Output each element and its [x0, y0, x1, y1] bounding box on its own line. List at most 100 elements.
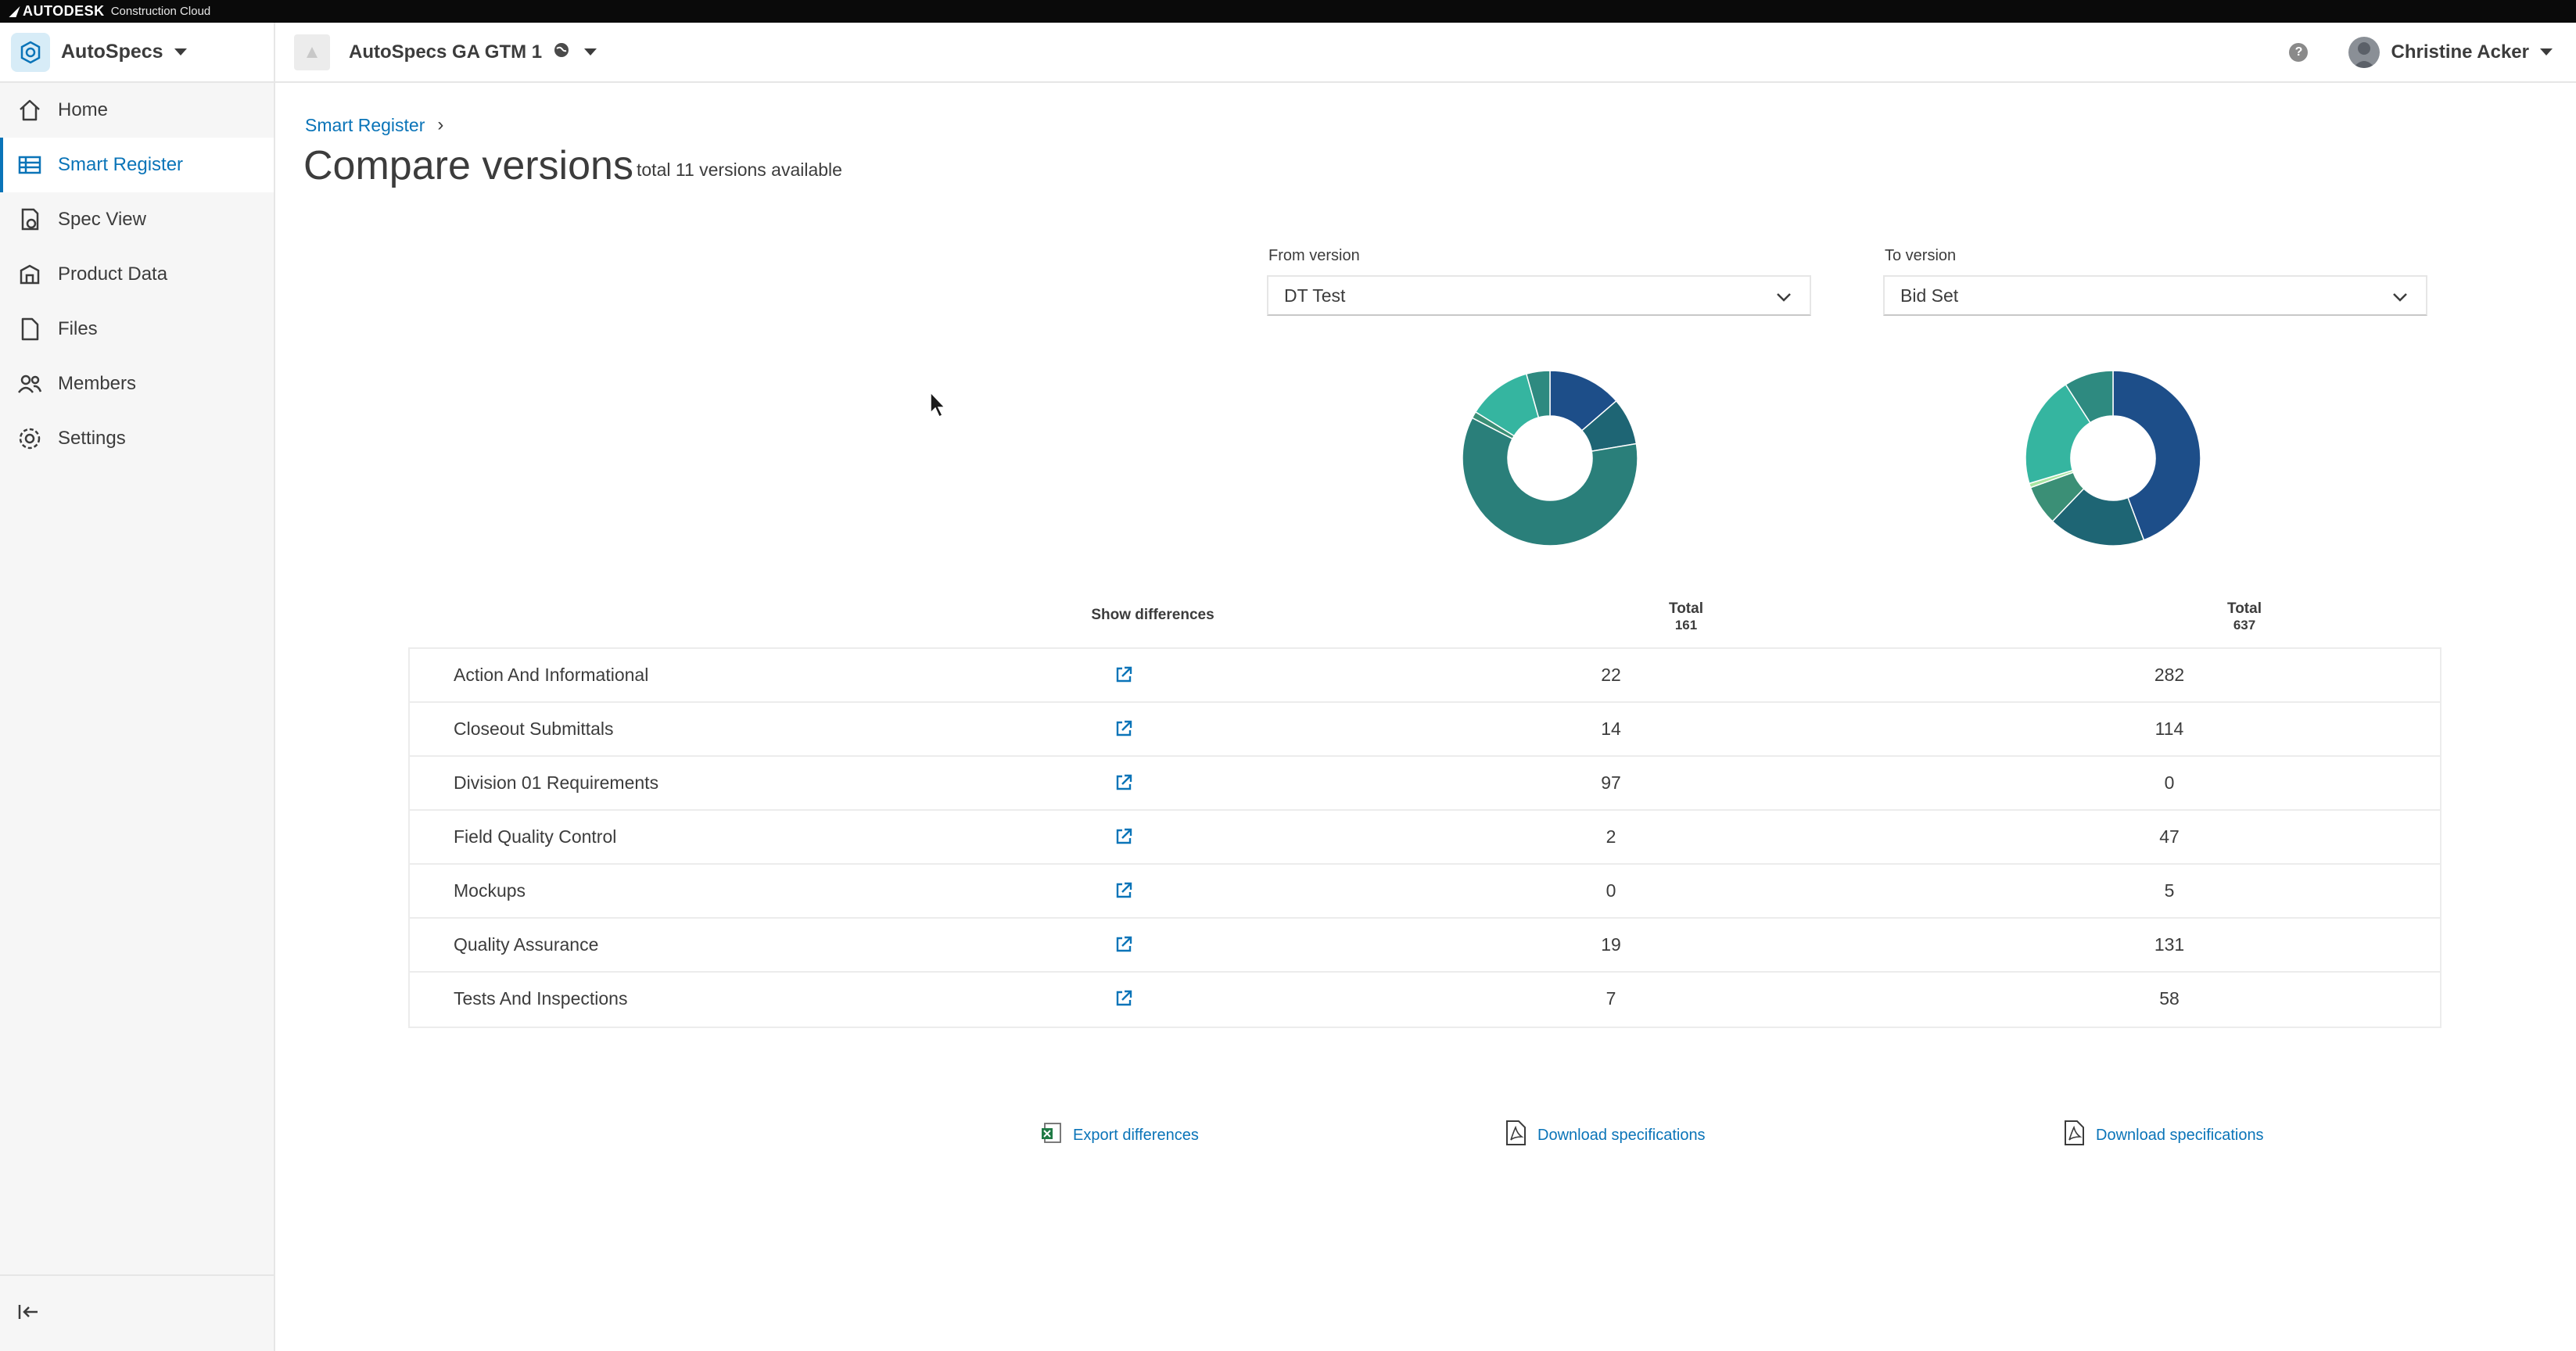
- from-count: 2: [1606, 826, 1616, 847]
- from-total-label: Total: [1669, 600, 1703, 617]
- to-total-header: Total 637: [2166, 600, 2323, 633]
- chevron-down-icon: [584, 48, 597, 56]
- sidebar-item-spec-view[interactable]: Spec View: [0, 192, 274, 247]
- from-count: 97: [1601, 772, 1621, 793]
- to-version-donut-chart: [2025, 370, 2201, 546]
- from-version-value: DT Test: [1284, 285, 1346, 306]
- collapse-icon: [16, 1299, 42, 1329]
- help-icon[interactable]: ?: [2289, 42, 2309, 62]
- to-count: 47: [2159, 826, 2180, 847]
- row-name: Tests And Inspections: [454, 988, 628, 1009]
- from-total-value: 161: [1674, 618, 1698, 632]
- sidebar-item-members[interactable]: Members: [0, 357, 274, 411]
- sidebar-item-files[interactable]: Files: [0, 302, 274, 357]
- sidebar-item-label: Settings: [58, 428, 126, 449]
- sidebar: Home Smart Register Spec View Product Da…: [0, 83, 275, 1351]
- table-icon: [14, 149, 45, 181]
- sidebar-item-label: Smart Register: [58, 154, 184, 175]
- chevron-down-icon: [1775, 288, 1792, 310]
- chevron-right-icon: ›: [437, 114, 444, 135]
- table-row: Mockups 0 5: [410, 865, 2440, 919]
- external-link-icon[interactable]: [1114, 988, 1134, 1009]
- versions-count: total 11 versions available: [637, 159, 842, 180]
- table-row: Tests And Inspections 7 58: [410, 973, 2440, 1027]
- sidebar-item-label: Members: [58, 373, 137, 394]
- external-link-icon[interactable]: [1114, 665, 1134, 685]
- breadcrumb: Smart Register ›: [305, 114, 443, 136]
- collapse-sidebar-button[interactable]: [0, 1274, 274, 1351]
- project-thumbnail-icon: [294, 34, 330, 70]
- brand-name: AUTODESK: [23, 3, 105, 19]
- autospecs-logo-icon: [11, 32, 50, 72]
- home-icon: [14, 95, 45, 126]
- from-count: 19: [1601, 934, 1621, 955]
- table-row: Quality Assurance 19 131: [410, 919, 2440, 973]
- export-differences-button[interactable]: Export differences: [1040, 1121, 1199, 1149]
- mouse-cursor-icon: [929, 391, 948, 423]
- pdf-icon: [2061, 1120, 2086, 1151]
- to-count: 114: [2154, 719, 2184, 739]
- to-version-select[interactable]: Bid Set: [1883, 275, 2427, 316]
- download-from-specifications-button[interactable]: Download specifications: [1503, 1120, 1706, 1151]
- to-count: 282: [2154, 665, 2185, 685]
- chevron-down-icon: [2391, 288, 2409, 310]
- members-icon: [14, 368, 45, 400]
- sidebar-item-label: Home: [58, 99, 109, 120]
- to-version-label: To version: [1885, 247, 1957, 264]
- excel-icon: [1040, 1121, 1064, 1149]
- file-icon: [14, 314, 45, 345]
- main-content: Smart Register › Compare versions total …: [277, 83, 2576, 1351]
- sidebar-item-label: Files: [58, 318, 98, 339]
- download-from-label: Download specifications: [1537, 1126, 1706, 1144]
- sidebar-item-settings[interactable]: Settings: [0, 411, 274, 466]
- external-link-icon[interactable]: [1114, 772, 1134, 793]
- download-to-label: Download specifications: [2096, 1126, 2264, 1144]
- to-total-value: 637: [2233, 618, 2256, 632]
- table-row: Division 01 Requirements 97 0: [410, 757, 2440, 811]
- from-total-header: Total 161: [1608, 600, 1764, 633]
- pdf-icon: [1503, 1120, 1528, 1151]
- table-row: Action And Informational 22 282: [410, 649, 2440, 703]
- row-name: Quality Assurance: [454, 934, 599, 955]
- comparison-table: Action And Informational 22 282 Closeout…: [408, 647, 2441, 1028]
- download-to-specifications-button[interactable]: Download specifications: [2061, 1120, 2264, 1151]
- project-selector[interactable]: AutoSpecs GA GTM 1: [294, 34, 597, 70]
- app-switcher[interactable]: AutoSpecs: [0, 23, 275, 81]
- from-version-donut-chart: [1462, 370, 1638, 546]
- to-count: 131: [2154, 934, 2185, 955]
- breadcrumb-link[interactable]: Smart Register: [305, 115, 425, 136]
- brand-product: Construction Cloud: [110, 5, 211, 18]
- row-name: Mockups: [454, 880, 526, 901]
- external-link-icon[interactable]: [1114, 826, 1134, 847]
- row-name: Closeout Submittals: [454, 719, 614, 739]
- header-right: ? Christine Acker: [2289, 36, 2576, 68]
- gear-icon: [14, 423, 45, 454]
- chevron-down-icon[interactable]: [2540, 48, 2553, 56]
- row-name: Action And Informational: [454, 665, 649, 685]
- show-differences-header: Show differences: [1091, 607, 1214, 623]
- from-count: 22: [1601, 665, 1621, 685]
- sidebar-item-smart-register[interactable]: Smart Register: [0, 138, 274, 192]
- page-title: Compare versions: [303, 143, 633, 188]
- autodesk-logo-icon: [9, 5, 20, 17]
- chevron-down-icon: [174, 48, 187, 56]
- to-count: 5: [2164, 880, 2175, 901]
- brand-bar: AUTODESK Construction Cloud: [0, 0, 2576, 23]
- avatar[interactable]: [2348, 36, 2380, 68]
- spec-view-icon: [14, 204, 45, 235]
- user-name[interactable]: Christine Acker: [2391, 41, 2529, 63]
- from-count: 7: [1606, 988, 1616, 1009]
- globe-icon: [553, 41, 570, 63]
- sidebar-item-home[interactable]: Home: [0, 83, 274, 138]
- external-link-icon[interactable]: [1114, 880, 1134, 901]
- from-count: 0: [1606, 880, 1616, 901]
- external-link-icon[interactable]: [1114, 719, 1134, 739]
- to-total-label: Total: [2227, 600, 2262, 617]
- external-link-icon[interactable]: [1114, 934, 1134, 955]
- export-differences-label: Export differences: [1073, 1126, 1199, 1144]
- sidebar-item-product-data[interactable]: Product Data: [0, 247, 274, 302]
- project-name: AutoSpecs GA GTM 1: [349, 41, 543, 63]
- from-version-label: From version: [1268, 247, 1360, 264]
- app-header: AutoSpecs AutoSpecs GA GTM 1 ? Christine…: [0, 23, 2576, 83]
- from-version-select[interactable]: DT Test: [1267, 275, 1811, 316]
